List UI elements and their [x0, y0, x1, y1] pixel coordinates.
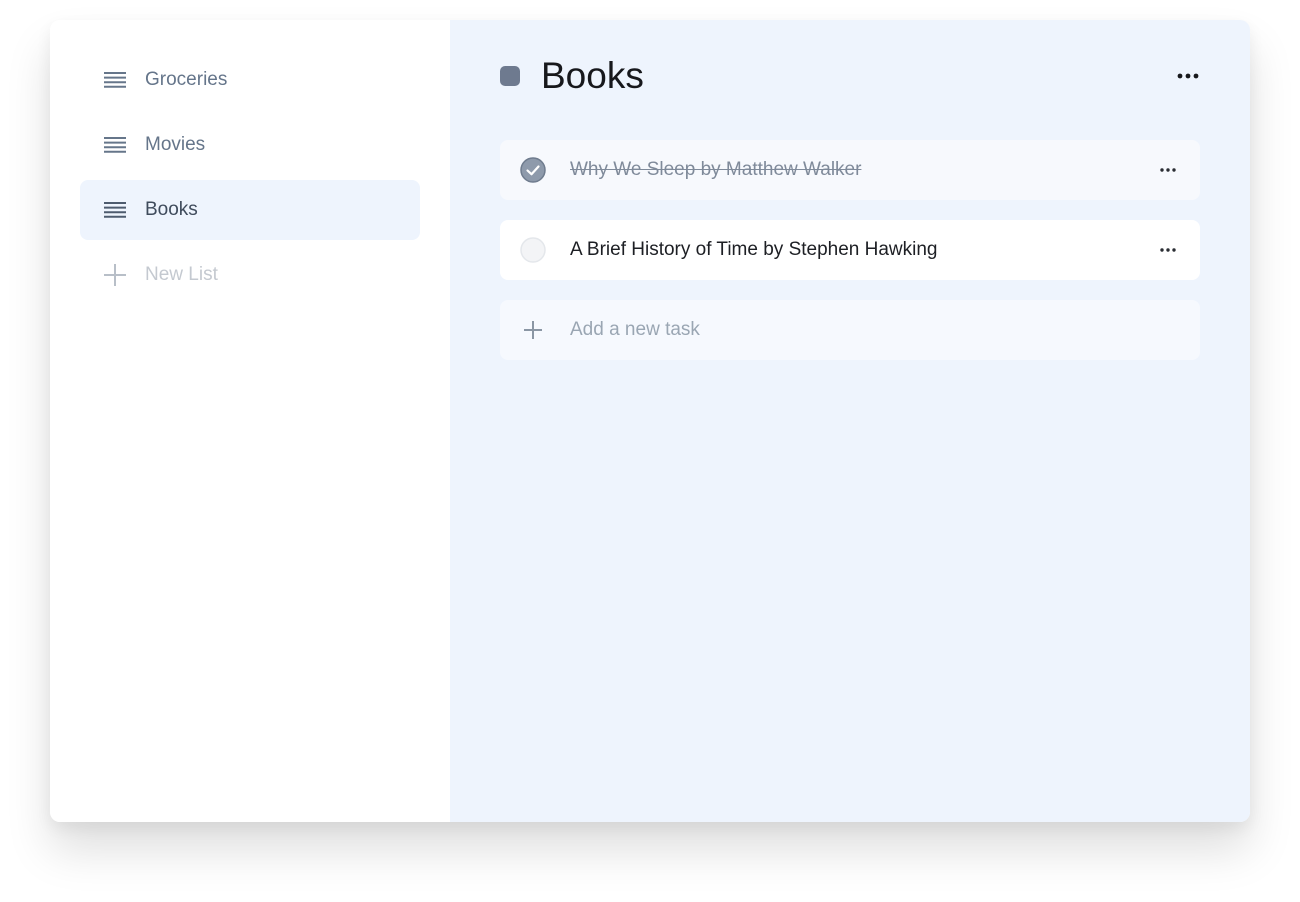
task-item[interactable]: Why We Sleep by Matthew Walker — [500, 140, 1200, 200]
list-icon — [103, 198, 127, 222]
add-task-placeholder: Add a new task — [570, 319, 700, 340]
list-color-indicator[interactable] — [500, 66, 520, 86]
unchecked-circle-icon[interactable] — [520, 237, 546, 263]
sidebar-item-label: Movies — [145, 134, 206, 155]
plus-icon — [520, 317, 546, 343]
sidebar-item-label: Books — [145, 199, 198, 220]
checked-circle-icon[interactable] — [520, 157, 546, 183]
list-icon — [103, 133, 127, 157]
page-title[interactable]: Books — [541, 55, 644, 97]
app-window: Groceries Movies Books New List Books Wh… — [50, 20, 1250, 822]
sidebar: Groceries Movies Books New List — [50, 20, 450, 822]
sidebar-item-movies[interactable]: Movies — [80, 115, 420, 175]
list-header: Books — [500, 50, 1200, 102]
new-list-label: New List — [145, 264, 218, 285]
main-panel: Books Why We Sleep by Matthew Walker A B… — [450, 20, 1250, 822]
add-task-input[interactable]: Add a new task — [500, 300, 1200, 360]
task-text[interactable]: Why We Sleep by Matthew Walker — [570, 159, 861, 181]
sidebar-item-label: Groceries — [145, 69, 228, 90]
sidebar-item-books[interactable]: Books — [80, 180, 420, 240]
more-horizontal-icon[interactable] — [1156, 238, 1180, 262]
task-item[interactable]: A Brief History of Time by Stephen Hawki… — [500, 220, 1200, 280]
plus-icon — [103, 263, 127, 287]
new-list-button[interactable]: New List — [80, 245, 420, 305]
task-text[interactable]: A Brief History of Time by Stephen Hawki… — [570, 239, 938, 261]
list-icon — [103, 68, 127, 92]
sidebar-item-groceries[interactable]: Groceries — [80, 50, 420, 110]
task-list: Why We Sleep by Matthew Walker A Brief H… — [500, 140, 1200, 380]
more-horizontal-icon[interactable] — [1176, 64, 1200, 88]
more-horizontal-icon[interactable] — [1156, 158, 1180, 182]
